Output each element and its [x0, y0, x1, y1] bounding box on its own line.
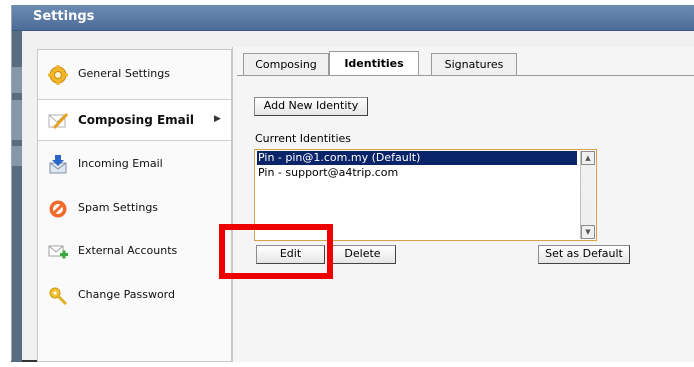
sidebar-item-label: General Settings [78, 67, 170, 80]
sidebar-item-general-settings[interactable]: General Settings [38, 54, 231, 96]
list-scrollbar[interactable]: ▲ ▼ [580, 151, 595, 239]
compose-pencil-icon [48, 112, 68, 130]
tab-composing[interactable]: Composing [243, 53, 329, 76]
sidebar-item-external-accounts[interactable]: External Accounts [38, 231, 231, 273]
sidebar-item-label: Change Password [78, 288, 175, 301]
left-edge-strip [12, 31, 22, 362]
sidebar-item-composing-email[interactable]: Composing Email ▶ [38, 99, 231, 141]
identities-panel: Composing Identities Signatures Add New … [232, 47, 694, 362]
set-as-default-button[interactable]: Set as Default [538, 245, 630, 264]
window-title: Settings [33, 9, 95, 24]
chevron-right-icon: ▶ [214, 114, 221, 124]
highlight-annotation-box [219, 224, 333, 279]
scroll-down-button[interactable]: ▼ [581, 225, 595, 239]
sidebar-item-label: Spam Settings [78, 201, 159, 214]
list-item[interactable]: Pin - pin@1.com.my (Default) [257, 151, 577, 165]
delete-button[interactable]: Delete [329, 245, 396, 264]
title-bar: Settings [12, 5, 694, 31]
settings-sidebar: General Settings Composing Email ▶ Incom… [37, 49, 232, 362]
sidebar-item-spam-settings[interactable]: Spam Settings [38, 188, 231, 230]
incoming-mail-icon [49, 155, 67, 174]
add-new-identity-button[interactable]: Add New Identity [254, 97, 368, 116]
sidebar-item-incoming-email[interactable]: Incoming Email [38, 144, 231, 186]
sidebar-item-label: External Accounts [78, 244, 178, 257]
sidebar-item-label: Incoming Email [78, 157, 163, 170]
list-item[interactable]: Pin - support@a4trip.com [257, 166, 398, 180]
sidebar-item-change-password[interactable]: Change Password [38, 275, 231, 317]
add-account-icon [48, 245, 68, 259]
gear-icon [48, 65, 68, 85]
current-identities-label: Current Identities [255, 132, 352, 145]
settings-window: Settings General Settings Composing Emai… [11, 5, 694, 362]
scroll-up-button[interactable]: ▲ [581, 151, 595, 165]
tab-signatures[interactable]: Signatures [431, 53, 517, 76]
no-spam-icon [49, 200, 67, 218]
key-icon [49, 287, 68, 306]
sidebar-item-label: Composing Email [78, 113, 194, 127]
tab-identities[interactable]: Identities [329, 51, 419, 75]
